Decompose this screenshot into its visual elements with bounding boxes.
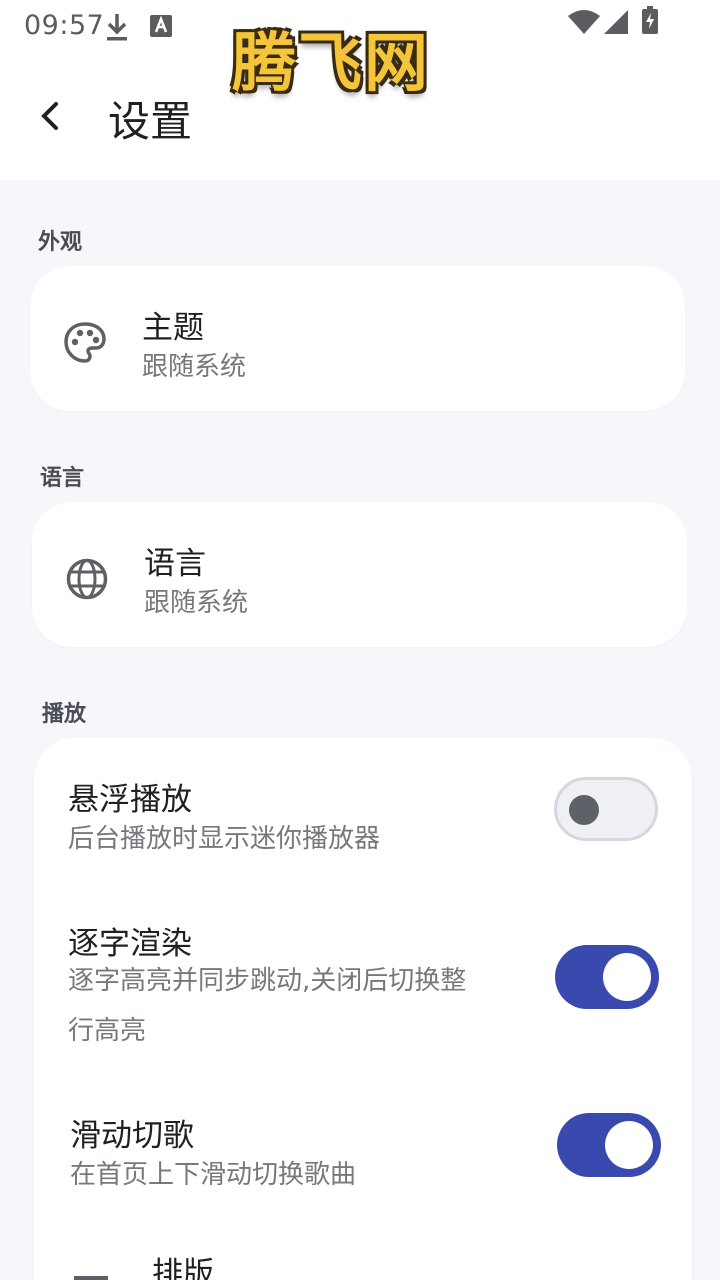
swipe-switch-title: 滑动切歌 xyxy=(70,1118,194,1154)
layout-title: 排版 xyxy=(152,1256,214,1280)
section-label-language: 语言 xyxy=(40,466,85,491)
settings-screen: 09:57 腾飞网 设置 外观 主题 跟随系统 语言 语言 跟随系统 播放 悬浮… xyxy=(0,0,720,1280)
floating-play-toggle[interactable] xyxy=(554,777,658,841)
page-title: 设置 xyxy=(108,97,193,146)
theme-subtitle: 跟随系统 xyxy=(142,352,247,382)
word-render-subtitle-line2: 行高亮 xyxy=(68,1016,147,1046)
word-render-toggle[interactable] xyxy=(555,945,659,1009)
language-setting-row[interactable]: 语言 跟随系统 xyxy=(32,502,687,647)
toggle-knob xyxy=(605,1121,653,1169)
playback-settings-card: 悬浮播放 后台播放时显示迷你播放器 逐字渲染 逐字高亮并同步跳动,关闭后切换整 … xyxy=(34,738,692,1280)
wifi-icon xyxy=(568,10,600,38)
signal-icon xyxy=(604,10,628,38)
status-time: 09:57 xyxy=(24,10,105,41)
download-icon xyxy=(104,12,130,46)
toggle-knob xyxy=(603,953,651,1001)
swipe-switch-subtitle: 在首页上下滑动切换歌曲 xyxy=(70,1160,357,1190)
section-label-appearance: 外观 xyxy=(38,230,83,255)
chevron-left-icon xyxy=(41,102,58,130)
watermark-logo: 腾飞网 xyxy=(232,26,430,101)
globe-icon xyxy=(65,557,109,605)
swipe-switch-toggle[interactable] xyxy=(557,1113,661,1177)
floating-play-title: 悬浮播放 xyxy=(68,782,192,818)
toggle-knob xyxy=(569,795,599,825)
theme-setting-row[interactable]: 主题 跟随系统 xyxy=(30,266,685,411)
language-subtitle: 跟随系统 xyxy=(144,588,249,618)
keyboard-a-icon xyxy=(150,15,172,41)
battery-charging-icon xyxy=(642,6,658,38)
section-label-playback: 播放 xyxy=(42,702,87,727)
layout-icon xyxy=(74,1276,108,1280)
word-render-title: 逐字渲染 xyxy=(68,926,192,962)
palette-icon xyxy=(63,321,107,369)
app-bar: 09:57 腾飞网 设置 xyxy=(0,0,720,180)
back-button[interactable] xyxy=(28,90,72,142)
word-render-subtitle-line1: 逐字高亮并同步跳动,关闭后切换整 xyxy=(68,966,467,996)
floating-play-subtitle: 后台播放时显示迷你播放器 xyxy=(68,824,381,854)
theme-title: 主题 xyxy=(142,310,204,346)
language-title: 语言 xyxy=(144,546,206,582)
